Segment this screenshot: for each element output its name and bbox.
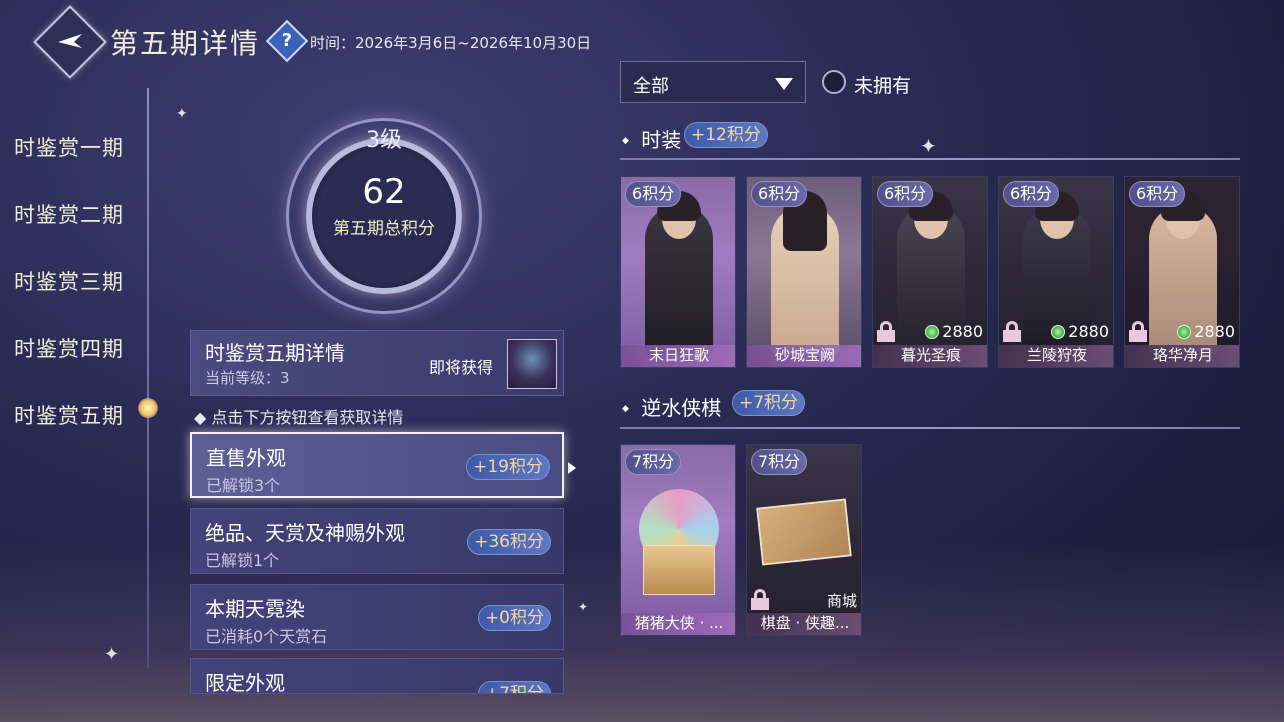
category-name: 绝品、天赏及神赐外观 [205, 521, 405, 545]
not-owned-radio[interactable] [822, 70, 846, 94]
category-name: 直售外观 [206, 446, 286, 470]
category-unlocked: 已解锁3个 [206, 476, 281, 495]
item-price: 2880 [925, 322, 983, 341]
section-points-fashion: +12积分 [684, 122, 768, 148]
item-points: 6积分 [1129, 181, 1186, 207]
item-card[interactable]: 6积分 2880 暮光圣痕 [872, 176, 988, 368]
filter-dropdown[interactable]: 全部 [620, 61, 806, 103]
item-card[interactable]: 7积分 商城 棋盘 · 侠趣... [746, 444, 862, 636]
item-source-tag: 商城 [826, 592, 857, 610]
item-name: 砂城宝阙 [747, 345, 861, 367]
event-time: 时间：2026年3月6日~2026年10月30日 [310, 34, 592, 52]
item-name: 暮光圣痕 [873, 345, 987, 367]
item-card[interactable]: 6积分 砂城宝阙 [746, 176, 862, 368]
filter-selected: 全部 [633, 76, 669, 97]
not-owned-label[interactable]: 未拥有 [854, 71, 911, 98]
upcoming-reward-thumbnail[interactable] [507, 339, 557, 389]
page-title: 第五期详情 [110, 27, 261, 60]
selected-arrow-icon [568, 462, 576, 474]
category-limited[interactable]: 限定外观 +7积分 [190, 658, 564, 694]
lock-icon [751, 589, 769, 610]
section-divider [620, 158, 1240, 160]
section-points-chess: +7积分 [732, 390, 806, 416]
lock-icon [1003, 321, 1021, 342]
item-name: 兰陵狩夜 [999, 345, 1113, 367]
category-dye[interactable]: 本期天霓染 已消耗0个天赏石 +0积分 [190, 584, 564, 650]
item-card[interactable]: 6积分 末日狂歌 [620, 176, 736, 368]
star-decoration: ✦ [920, 134, 937, 158]
nav-item-period-4[interactable]: 时鉴赏四期 [14, 333, 124, 363]
upcoming-reward-label: 即将获得 [429, 358, 494, 377]
category-name: 限定外观 [205, 671, 285, 694]
item-card[interactable]: 6积分 2880 兰陵狩夜 [998, 176, 1114, 368]
back-button[interactable] [33, 5, 107, 79]
coin-icon [1051, 325, 1066, 339]
item-points: 6积分 [1003, 181, 1060, 207]
nav-item-period-2[interactable]: 时鉴赏二期 [14, 199, 124, 229]
dropdown-arrow-icon [775, 78, 793, 90]
item-price: 2880 [1177, 322, 1235, 341]
nav-active-indicator [138, 398, 158, 418]
star-decoration: ✦ [104, 644, 120, 665]
section-title-chess: 逆水侠棋 [622, 392, 721, 421]
item-points: 7积分 [625, 449, 682, 475]
lock-icon [877, 321, 895, 342]
item-price: 2880 [1051, 322, 1109, 341]
total-score: 62 [362, 172, 406, 212]
category-points: +36积分 [467, 529, 551, 555]
category-direct-sale[interactable]: 直售外观 已解锁3个 +19积分 [190, 432, 564, 498]
total-score-label: 第五期总积分 [333, 219, 435, 239]
back-arrow-icon [58, 34, 82, 48]
nav-item-period-1[interactable]: 时鉴赏一期 [14, 132, 124, 162]
coin-icon [1177, 325, 1192, 339]
item-name: 末日狂歌 [621, 345, 735, 367]
nav-item-period-5[interactable]: 时鉴赏五期 [14, 400, 124, 430]
item-card[interactable]: 7积分 猪猪大侠 · ... [620, 444, 736, 636]
star-decoration: ✦ [578, 600, 589, 614]
nav-item-period-3[interactable]: 时鉴赏三期 [14, 266, 124, 296]
period-detail-card[interactable]: 时鉴赏五期详情 当前等级：3 即将获得 [190, 330, 564, 396]
item-points: 7积分 [751, 449, 808, 475]
level-text: 3级 [366, 128, 402, 153]
star-decoration: ✦ [176, 106, 188, 122]
item-name: 珞华净月 [1125, 345, 1239, 367]
item-points: 6积分 [877, 181, 934, 207]
item-name: 棋盘 · 侠趣... [747, 613, 861, 635]
item-points: 6积分 [751, 181, 808, 207]
category-points: +19积分 [466, 454, 550, 480]
question-icon[interactable]: ? [265, 19, 309, 63]
hint-text: ◆ 点击下方按钮查看获取详情 [194, 408, 404, 427]
category-unlocked: 已解锁1个 [205, 551, 280, 570]
lock-icon [1129, 321, 1147, 342]
category-name: 本期天霓染 [205, 597, 305, 621]
category-consumed: 已消耗0个天赏石 [205, 627, 328, 646]
detail-title: 时鉴赏五期详情 [205, 341, 345, 365]
gift-box-image [643, 545, 715, 595]
coin-icon [925, 325, 940, 339]
chessboard-image [756, 498, 852, 566]
item-name: 猪猪大侠 · ... [621, 613, 735, 635]
section-title-fashion: 时装 [622, 124, 681, 153]
item-card[interactable]: 6积分 2880 珞华净月 [1124, 176, 1240, 368]
category-premium[interactable]: 绝品、天赏及神赐外观 已解锁1个 +36积分 [190, 508, 564, 574]
section-divider [620, 427, 1240, 429]
current-level: 当前等级：3 [205, 369, 290, 387]
category-points: +0积分 [477, 605, 551, 631]
nav-divider [147, 88, 149, 668]
category-points: +7积分 [477, 681, 551, 693]
item-points: 6积分 [625, 181, 682, 207]
